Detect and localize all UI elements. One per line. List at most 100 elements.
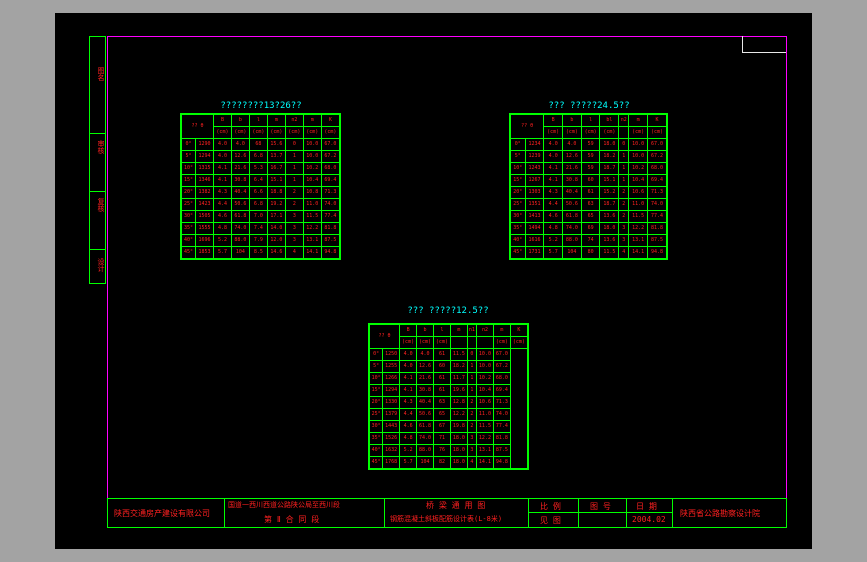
table-cell: 1494 <box>524 222 545 235</box>
table-cell: 35° <box>180 222 196 235</box>
table-cell: 15.2 <box>599 186 620 199</box>
table-cell: 88.0 <box>416 444 434 457</box>
table-header-row: ?? θ Bb l bl n2 m K <box>509 113 668 139</box>
table-cell: 11.0 <box>628 198 648 211</box>
table-cell: 59 <box>580 162 601 175</box>
table-cell: 61.8 <box>416 420 434 433</box>
table-cell: 8.5 <box>248 246 268 260</box>
table-row: 45° 1731 5.7 104 80 11.5 4 14.1 94.8 <box>509 246 668 260</box>
table-cell: 10.2 <box>628 162 648 175</box>
table-cell: 10.4 <box>302 174 322 187</box>
table-cell: 1294 <box>382 384 401 397</box>
table-cell: 4.0 <box>543 138 564 151</box>
table-cell: 7.9 <box>248 234 268 247</box>
table-cell: 1346 <box>195 174 214 187</box>
table-cell: 1 <box>466 360 477 373</box>
table-cell: 4.0 <box>399 348 418 361</box>
table-cell: 10.4 <box>475 384 494 397</box>
table-row: 25° 1351 4.4 50.6 63 18.7 2 11.0 74.0 <box>509 198 668 211</box>
table-cell: 1413 <box>524 210 545 223</box>
header-cell: b <box>230 113 250 127</box>
table-cell: 12.6 <box>416 360 434 373</box>
table-cell: 94.8 <box>320 246 341 260</box>
table-cell: 69 <box>580 222 601 235</box>
table-cell: 6.8 <box>248 198 268 211</box>
table-cell: 10.0 <box>628 150 648 163</box>
table-cell: 13.6 <box>599 210 620 223</box>
table-row: 0° 1290 4.0 4.0 68 15.6 0 10.0 67.0 <box>180 138 341 151</box>
table-cell: 0 <box>284 138 304 151</box>
table-cell: 4.6 <box>212 210 232 223</box>
table-cell: 74 <box>580 234 601 247</box>
table-cell: 68.0 <box>492 372 511 385</box>
table-cell: 7.4 <box>248 222 268 235</box>
table-cell: 104 <box>562 246 582 260</box>
table-cell: 4.6 <box>543 210 564 223</box>
table-cell: 2 <box>466 396 477 409</box>
table-cell: 15.1 <box>599 174 620 187</box>
table-cell: 2 <box>284 198 304 211</box>
table-cell: 21.6 <box>416 372 434 385</box>
table-cell: 74.0 <box>492 408 511 421</box>
table-cell: 25° <box>509 198 526 211</box>
table-row: 0° 1234 4.0 4.0 59 18.0 0 10.0 67.0 <box>509 138 668 151</box>
header-cell: K <box>320 113 341 127</box>
table-cell: 30° <box>180 210 196 223</box>
table-cell: 0° <box>180 138 196 151</box>
table-cell: 13.7 <box>266 150 286 163</box>
table-cell: 11.5 <box>599 246 620 260</box>
table-cell: 5° <box>180 150 196 163</box>
table-cell: 4.6 <box>399 420 418 433</box>
table-cell: 35° <box>509 222 526 235</box>
cad-canvas[interactable]: 图名 审核 复核 设计 ????????13?26?? ?? θ Bb l m n2 m K… <box>55 13 812 549</box>
table-cell: 61 <box>432 384 451 397</box>
table-cell: 74.0 <box>416 432 434 445</box>
table-cell: 4.0 <box>416 348 434 361</box>
table-cell: 4.1 <box>399 372 418 385</box>
date-label: 日 期 <box>636 502 657 511</box>
table-cell: 4 <box>466 456 477 470</box>
table-cell: 69.4 <box>647 174 668 187</box>
header-unit-cell: (cm) <box>399 336 418 349</box>
table-cell: 10° <box>509 162 526 175</box>
header-unit-cell: (cm) <box>248 126 268 139</box>
table-cell: 1443 <box>382 420 401 433</box>
table-cell: 61.8 <box>562 210 582 223</box>
table-cell: 1351 <box>524 198 545 211</box>
header-unit-cell: (cm) <box>543 126 564 139</box>
table-cell: 12.6 <box>562 150 582 163</box>
table-cell: 5.7 <box>399 456 418 470</box>
table-cell: 45° <box>368 456 384 470</box>
drawing-title: 桥 梁 通 用 图 <box>426 501 486 510</box>
table-cell: 11.7 <box>449 372 468 385</box>
table-cell: 25° <box>180 198 196 211</box>
table-cell: 1 <box>466 384 477 397</box>
table-cell: 13.1 <box>628 234 648 247</box>
table-row: 30° 1505 4.6 61.8 7.0 17.1 3 11.5 77.4 <box>180 210 341 223</box>
table-cell: 2 <box>466 420 477 433</box>
table-cell: 18.0 <box>449 456 468 470</box>
scale-value: 见 图 <box>540 516 561 525</box>
table-cell: 1526 <box>382 432 401 445</box>
table-cell: 4.4 <box>399 408 418 421</box>
table-cell: 18.7 <box>599 198 620 211</box>
header-unit-cell: (cm) <box>230 126 250 139</box>
table-cell: 68.0 <box>647 162 668 175</box>
header-cell: m <box>266 113 286 127</box>
table-cell: 19.6 <box>449 384 468 397</box>
table-cell: 1 <box>618 162 630 175</box>
table-cell: 0 <box>466 348 477 361</box>
table-row: 35° 1526 4.8 74.0 71 18.0 3 12.2 81.8 <box>368 432 528 445</box>
table-cell: 18.7 <box>599 162 620 175</box>
table-row: 35° 1494 4.8 74.0 69 18.0 3 12.2 81.8 <box>509 222 668 235</box>
table-cell: 68.0 <box>320 162 341 175</box>
table-cell: 74.0 <box>230 222 250 235</box>
table-cell: 30° <box>509 210 526 223</box>
table-cell: 10.4 <box>628 174 648 187</box>
table-cell: 11.5 <box>449 348 468 361</box>
table-cell: 4.3 <box>543 186 564 199</box>
table-cell: 1616 <box>524 234 545 247</box>
table-cell: 40.4 <box>416 396 434 409</box>
header-unit-cell: (cm) <box>628 126 648 139</box>
table-row: 45° 1768 5.7 104 82 18.0 4 14.1 94.8 <box>368 456 528 470</box>
